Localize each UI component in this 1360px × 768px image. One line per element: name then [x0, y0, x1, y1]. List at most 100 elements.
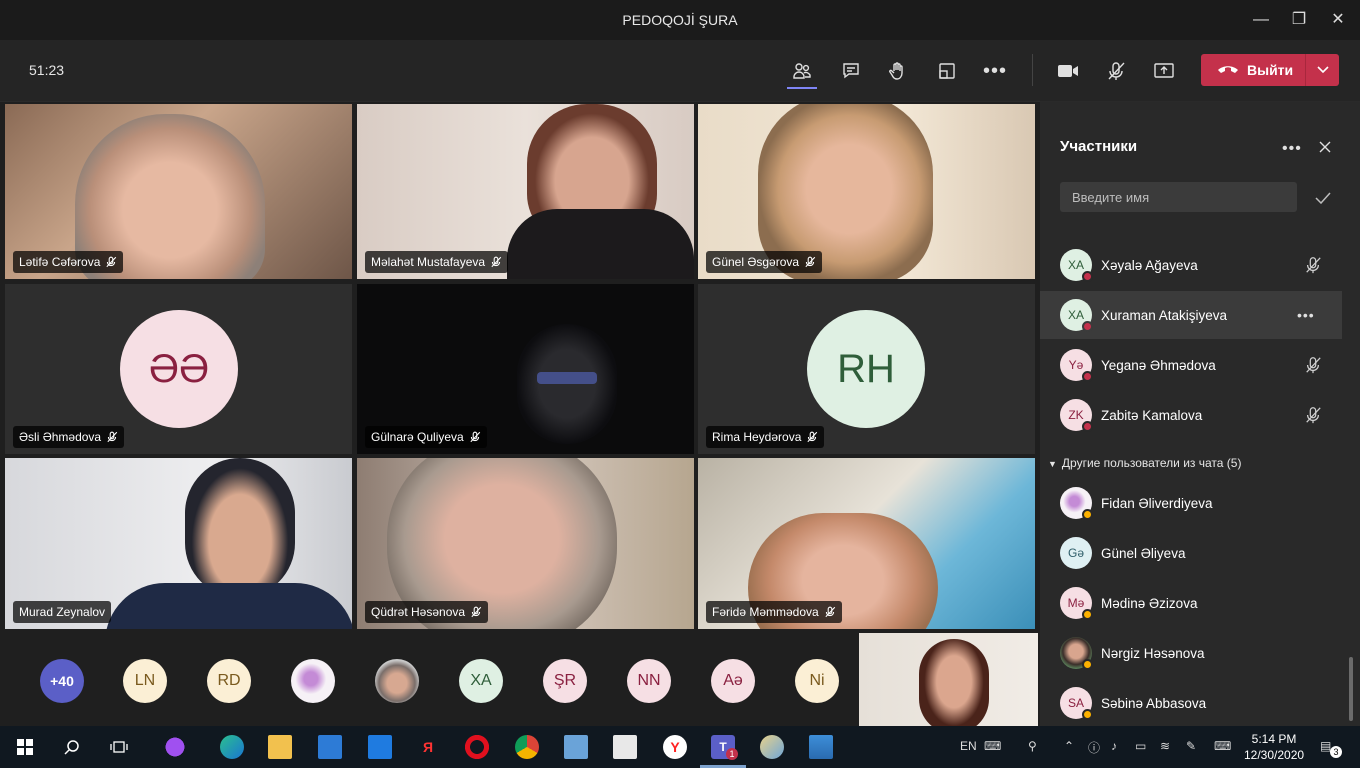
chat-icon[interactable]: [839, 60, 863, 82]
opera-icon[interactable]: [465, 735, 489, 759]
windows-taskbar: Я Y T 1 EN ⌨ ⚲ ⌃ ⓘ ♪ ▭ ≋ ✎ ⌨ 5:14 PM 12/…: [0, 726, 1360, 768]
participant-item[interactable]: SA Səbinə Abbasova: [1040, 679, 1342, 727]
participant-name: Xuraman Atakişiyeva: [1101, 307, 1228, 323]
video-tile[interactable]: Fəridə Məmmədova: [698, 458, 1035, 629]
mic-off-icon[interactable]: [1304, 406, 1322, 424]
network-app-icon[interactable]: [564, 735, 588, 759]
chrome-icon[interactable]: [515, 735, 539, 759]
file-explorer-icon[interactable]: [268, 735, 292, 759]
participant-more-icon[interactable]: •••: [1297, 307, 1315, 323]
panel-more-icon[interactable]: •••: [1282, 140, 1302, 158]
edge-browser-icon[interactable]: [220, 735, 244, 759]
chevron-down-icon[interactable]: [1315, 60, 1331, 78]
close-window-button[interactable]: ✕: [1327, 10, 1349, 30]
name-tag: Murad Zeynalov: [13, 601, 112, 623]
teams-badge: 1: [726, 748, 738, 760]
yandex-browser-icon[interactable]: Y: [663, 735, 687, 759]
mic-off-icon: [807, 431, 818, 443]
participant-name: Əsli Əhmədova: [19, 430, 102, 444]
participant-item[interactable]: Fidan Əliverdiyeva: [1040, 479, 1342, 527]
strip-avatar-photo[interactable]: [375, 659, 419, 703]
leave-button[interactable]: Выйти: [1201, 54, 1339, 86]
name-tag: Günel Əsgərova: [706, 251, 823, 273]
clock-date: 12/30/2020: [1244, 748, 1305, 762]
overflow-count-button[interactable]: +40: [40, 659, 84, 703]
touch-keyboard-icon[interactable]: ⌨: [1214, 739, 1231, 753]
strip-avatar[interactable]: ŞR: [543, 659, 587, 703]
maximize-button[interactable]: ❐: [1288, 10, 1310, 30]
store-icon[interactable]: [318, 735, 342, 759]
mail-icon[interactable]: [368, 735, 392, 759]
participant-item[interactable]: XA Xuraman Atakişiyeva •••: [1040, 291, 1342, 339]
strip-avatar[interactable]: LN: [123, 659, 167, 703]
chat-users-section[interactable]: ▼ Другие пользователи из чата (5): [1048, 456, 1241, 470]
strip-avatar[interactable]: Aə: [711, 659, 755, 703]
participant-item[interactable]: ZK Zabitə Kamalova: [1040, 391, 1342, 439]
people-icon[interactable]: ⚲: [1028, 739, 1037, 753]
more-options-icon[interactable]: •••: [983, 60, 1007, 82]
raise-hand-icon[interactable]: [886, 60, 910, 82]
yandex-icon[interactable]: Я: [416, 735, 440, 759]
document-app-icon[interactable]: [613, 735, 637, 759]
camera-icon[interactable]: [1056, 60, 1080, 82]
strip-avatar[interactable]: XA: [459, 659, 503, 703]
participant-name: Fidan Əliverdiyeva: [1101, 495, 1213, 511]
video-tile[interactable]: RH Rima Heydərova: [698, 284, 1035, 454]
participants-active-indicator: [787, 87, 817, 89]
checkmark-icon[interactable]: [1315, 191, 1331, 209]
close-panel-icon[interactable]: [1318, 140, 1332, 159]
video-tile[interactable]: Gülnarə Quliyeva: [357, 284, 694, 454]
keyboard-icon[interactable]: ⌨: [984, 739, 1001, 753]
search-input[interactable]: Введите имя: [1060, 182, 1297, 212]
strip-avatar[interactable]: Ni: [795, 659, 839, 703]
video-tile[interactable]: Günel Əsgərova: [698, 104, 1035, 279]
participants-panel: Участники ••• Введите имя XA Xəyalə Ağay…: [1040, 102, 1360, 726]
busy-status-icon: [1082, 371, 1093, 382]
participant-item[interactable]: Yə Yeganə Əhmədova: [1040, 341, 1342, 389]
language-indicator[interactable]: EN: [960, 739, 977, 753]
participant-item[interactable]: Nərgiz Həsənova: [1040, 629, 1342, 677]
help-icon[interactable]: ⓘ: [1088, 739, 1100, 756]
video-tile[interactable]: Murad Zeynalov: [5, 458, 352, 629]
volume-icon[interactable]: ♪: [1111, 739, 1117, 753]
taskbar-clock[interactable]: 5:14 PM 12/30/2020: [1244, 731, 1304, 763]
battery-icon[interactable]: ▭: [1135, 739, 1146, 753]
minimize-button[interactable]: —: [1250, 10, 1272, 30]
video-tile[interactable]: Məlahət Mustafayeva: [357, 104, 694, 279]
self-view-video[interactable]: [859, 633, 1038, 726]
photos-icon[interactable]: [809, 735, 833, 759]
task-view-icon[interactable]: [107, 735, 131, 759]
chevron-up-icon[interactable]: ⌃: [1064, 739, 1074, 753]
paint-icon[interactable]: [760, 735, 784, 759]
name-tag: Fəridə Məmmədova: [706, 601, 842, 623]
windows-start-icon[interactable]: [13, 735, 37, 759]
alice-assistant-icon[interactable]: [163, 735, 187, 759]
title-bar: PEDOQOJİ ŞURA — ❐ ✕: [0, 0, 1360, 40]
strip-avatar[interactable]: RD: [207, 659, 251, 703]
participants-icon[interactable]: [790, 60, 814, 82]
mic-muted-icon[interactable]: [1104, 60, 1128, 82]
video-tile[interactable]: Qüdrət Həsənova: [357, 458, 694, 629]
panel-scrollbar[interactable]: [1349, 657, 1353, 721]
strip-avatar[interactable]: NN: [627, 659, 671, 703]
pen-icon[interactable]: ✎: [1186, 739, 1196, 753]
video-grid: Lətifə Cəfərova Məlahət Mustafayeva Güne…: [0, 102, 1040, 629]
search-icon[interactable]: [60, 735, 84, 759]
strip-avatar-photo[interactable]: [291, 659, 335, 703]
participant-video: [517, 324, 617, 444]
participant-name: Yeganə Əhmədova: [1101, 357, 1216, 373]
video-tile[interactable]: Lətifə Cəfərova: [5, 104, 352, 279]
notification-count: 3: [1330, 746, 1342, 758]
wifi-icon[interactable]: ≋: [1160, 739, 1170, 753]
mic-off-icon[interactable]: [1304, 256, 1322, 274]
mic-off-icon[interactable]: [1304, 356, 1322, 374]
participant-name: Rima Heydərova: [712, 430, 802, 444]
share-screen-icon[interactable]: [1152, 60, 1176, 82]
rooms-icon[interactable]: [935, 60, 959, 82]
participant-item[interactable]: XA Xəyalə Ağayeva: [1040, 241, 1342, 289]
participant-item[interactable]: Mə Mədinə Əzizova: [1040, 579, 1342, 627]
clock-time: 5:14 PM: [1251, 732, 1297, 746]
video-tile[interactable]: ƏƏ Əsli Əhmədova: [5, 284, 352, 454]
participant-name: Zabitə Kamalova: [1101, 407, 1203, 423]
participant-item[interactable]: Gə Günel Əliyeva: [1040, 529, 1342, 577]
